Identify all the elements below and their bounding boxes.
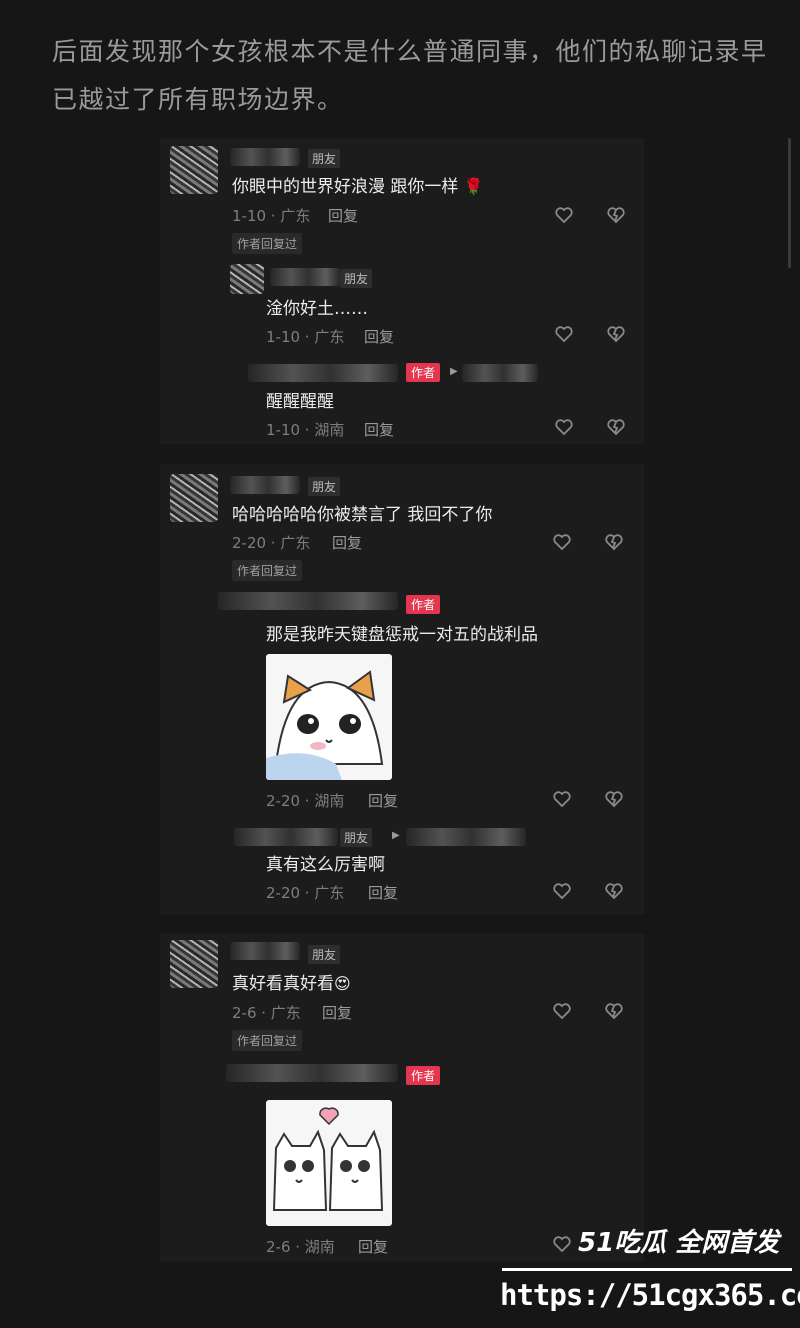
reply-arrow-icon: ▶ [392, 830, 400, 841]
author-replied-badge: 作者回复过 [232, 1030, 303, 1051]
username-redacted [230, 942, 300, 960]
heart-icon[interactable] [552, 532, 572, 552]
reply-text: 那是我昨天键盘惩戒一对五的战利品 [266, 625, 538, 645]
author-tag: 作者 [406, 363, 441, 382]
username-redacted [248, 364, 398, 382]
comment-text: 你眼中的世界好浪漫 跟你一样 🌹 [232, 177, 484, 197]
reply-button[interactable]: 回复 [328, 205, 358, 226]
heart-icon[interactable] [552, 881, 572, 901]
dislike-icon[interactable] [604, 532, 624, 552]
cats-heart-sticker-image[interactable] [266, 1100, 392, 1226]
heart-icon[interactable] [552, 789, 572, 809]
dislike-icon[interactable] [606, 417, 626, 437]
friend-tag: 朋友 [308, 477, 341, 496]
username-redacted [230, 476, 300, 494]
friend-tag: 朋友 [340, 269, 373, 288]
author-replied-badge: 作者回复过 [232, 560, 303, 581]
reply-button[interactable]: 回复 [368, 882, 398, 903]
heart-icon[interactable] [554, 205, 574, 225]
logo-text: 51吃瓜 全网首发 [578, 1228, 780, 1258]
heart-icon[interactable] [552, 1001, 572, 1021]
dislike-icon[interactable] [606, 205, 626, 225]
avatar[interactable] [170, 474, 218, 522]
comment-screenshot-3: 朋友 真好看真好看😍 2-6 · 广东 回复 作者回复过 作者 2-6 · 湖南… [160, 934, 644, 1262]
reply-button[interactable]: 回复 [364, 326, 394, 347]
author-tag: 作者 [406, 1066, 441, 1085]
reply-button[interactable]: 回复 [358, 1236, 388, 1257]
reply-arrow-icon: ▶ [450, 366, 458, 377]
username-redacted [218, 592, 398, 610]
heart-icon[interactable] [552, 1234, 572, 1254]
comment-meta: 2-20 · 广东 [232, 534, 311, 552]
site-url-watermark: https://51cgx365.com [500, 1278, 800, 1312]
comment-text: 哈哈哈哈哈你被禁言了 我回不了你 [232, 505, 493, 525]
username-redacted [226, 1064, 398, 1082]
reply-meta: 2-20 · 湖南 [266, 792, 345, 810]
username-redacted [230, 148, 300, 166]
username-redacted [234, 828, 338, 846]
avatar[interactable] [230, 264, 264, 294]
scrollbar[interactable] [788, 138, 791, 268]
watermark-divider [502, 1268, 792, 1271]
username-redacted [406, 828, 526, 846]
comment-screenshot-2: 朋友 哈哈哈哈哈你被禁言了 我回不了你 2-20 · 广东 回复 作者回复过 作… [160, 464, 644, 914]
reply-text: 淦你好土…… [266, 299, 368, 319]
dislike-icon[interactable] [604, 789, 624, 809]
friend-tag: 朋友 [308, 945, 341, 964]
avatar[interactable] [170, 940, 218, 988]
author-tag: 作者 [406, 595, 441, 614]
heart-icon[interactable] [554, 417, 574, 437]
reply-meta: 1-10 · 湖南 [266, 421, 345, 439]
username-redacted [462, 364, 538, 382]
friend-tag: 朋友 [340, 828, 373, 847]
cat-sticker-image[interactable] [266, 654, 392, 780]
headline-text: 后面发现那个女孩根本不是什么普通同事，他们的私聊记录早已越过了所有职场边界。 [52, 37, 768, 114]
reply-button[interactable]: 回复 [364, 419, 394, 440]
dislike-icon[interactable] [604, 881, 624, 901]
reply-button[interactable]: 回复 [332, 532, 362, 553]
avatar[interactable] [170, 146, 218, 194]
dislike-icon[interactable] [606, 324, 626, 344]
comment-meta: 1-10 · 广东 [232, 207, 311, 225]
comment-screenshot-1: 朋友 你眼中的世界好浪漫 跟你一样 🌹 1-10 · 广东 回复 作者回复过 朋… [160, 138, 644, 444]
dislike-icon[interactable] [604, 1001, 624, 1021]
reply-text: 真有这么厉害啊 [266, 855, 385, 875]
reply-meta: 2-20 · 广东 [266, 884, 345, 902]
reply-button[interactable]: 回复 [322, 1002, 352, 1023]
reply-text: 醒醒醒醒 [266, 392, 334, 412]
comment-meta: 2-6 · 广东 [232, 1004, 301, 1022]
author-replied-badge: 作者回复过 [232, 233, 303, 254]
friend-tag: 朋友 [308, 149, 341, 168]
site-logo-watermark: 51吃瓜 全网首发 [578, 1218, 790, 1266]
reply-button[interactable]: 回复 [368, 790, 398, 811]
comment-text: 真好看真好看😍 [232, 974, 351, 994]
reply-meta: 1-10 · 广东 [266, 328, 345, 346]
username-redacted [270, 268, 340, 286]
heart-icon[interactable] [554, 324, 574, 344]
reply-meta: 2-6 · 湖南 [266, 1238, 335, 1256]
